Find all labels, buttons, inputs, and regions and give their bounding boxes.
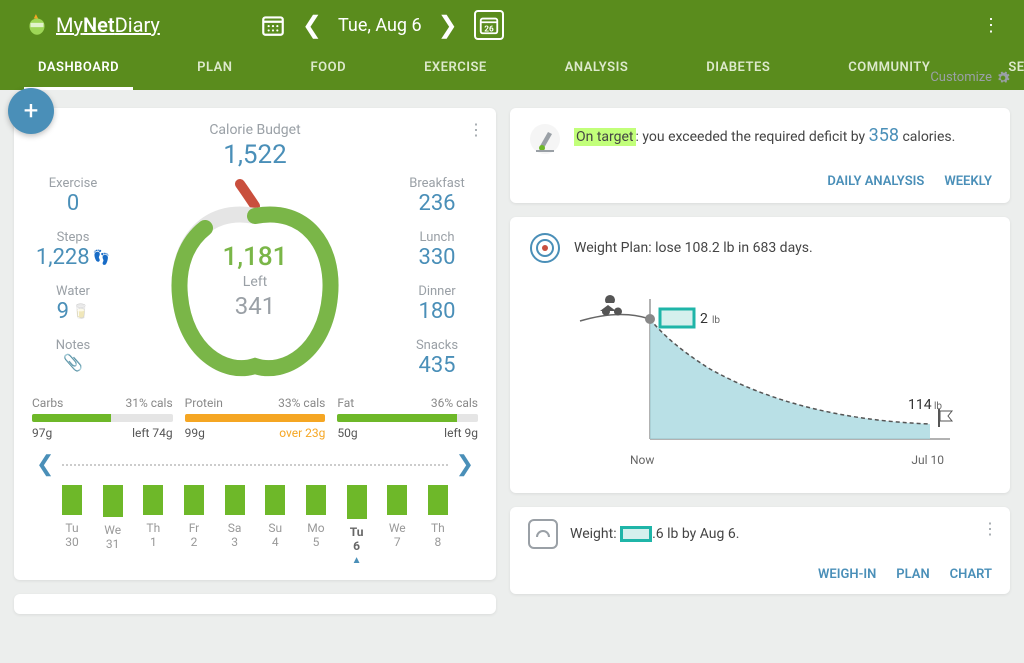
day-Fr-2[interactable]: Fr2 bbox=[184, 485, 204, 566]
target-icon bbox=[528, 231, 562, 265]
weight-plan-card: Weight Plan: lose 108.2 lb in 683 days. … bbox=[510, 217, 1010, 493]
weight-plan-text: Weight Plan: lose 108.2 lb in 683 days. bbox=[574, 240, 813, 256]
prev-day-button[interactable]: ❮ bbox=[298, 11, 326, 39]
daily-analysis-link[interactable]: DAILY ANALYSIS bbox=[827, 174, 924, 189]
stat-notes[interactable]: Notes📎 bbox=[32, 338, 114, 372]
weight-card: ⋮ Weight: .6 lb by Aug 6. WEIGH-IN PLAN … bbox=[510, 507, 1010, 594]
stat-lunch[interactable]: Lunch330 bbox=[396, 230, 478, 270]
calorie-budget-value[interactable]: 1,522 bbox=[32, 140, 478, 170]
macro-protein[interactable]: Protein33% cals99gover 23g bbox=[185, 396, 326, 440]
card-menu-icon[interactable]: ⋮ bbox=[982, 519, 998, 538]
gear-icon bbox=[996, 71, 1010, 85]
macros-row: Carbs31% cals97gleft 74g Protein33% cals9… bbox=[32, 396, 478, 440]
redacted-value bbox=[620, 526, 652, 542]
calorie-card: ⋮ Calorie Budget 1,522 Exercise0 Steps1,2… bbox=[14, 108, 496, 580]
stat-dinner[interactable]: Dinner180 bbox=[396, 284, 478, 324]
day-Th-1[interactable]: Th1 bbox=[143, 485, 163, 566]
tab-food[interactable]: FOOD bbox=[297, 50, 361, 90]
tab-analysis[interactable]: ANALYSIS bbox=[551, 50, 643, 90]
svg-text:2: 2 bbox=[700, 311, 708, 327]
day-We-7[interactable]: We7 bbox=[387, 485, 407, 566]
calories-left-label: Left bbox=[223, 274, 288, 290]
weekly-analysis-link[interactable]: WEEKLY bbox=[944, 174, 992, 189]
more-menu-icon[interactable]: ⋮ bbox=[982, 15, 1000, 36]
chart-x-now: Now bbox=[630, 453, 654, 467]
day-We-31[interactable]: We31 bbox=[103, 485, 123, 566]
week-navigator: ❮ ❯ bbox=[32, 452, 478, 477]
nav-tabs: DASHBOARD PLAN FOOD EXERCISE ANALYSIS DIABETE… bbox=[0, 50, 1024, 90]
logo-text: MyNetDiary bbox=[56, 13, 160, 37]
tab-exercise[interactable]: EXERCISE bbox=[410, 50, 501, 90]
analysis-card: On target: you exceeded the required def… bbox=[510, 108, 1010, 203]
current-date[interactable]: Tue, Aug 6 bbox=[338, 15, 422, 36]
add-button[interactable]: + bbox=[8, 88, 54, 134]
svg-text:lb: lb bbox=[712, 315, 720, 326]
stat-breakfast[interactable]: Breakfast236 bbox=[396, 176, 478, 216]
stat-steps[interactable]: Steps1,228👣 bbox=[32, 230, 114, 270]
tab-dashboard[interactable]: DASHBOARD bbox=[24, 50, 133, 90]
stat-exercise[interactable]: Exercise0 bbox=[32, 176, 114, 216]
macro-fat[interactable]: Fat36% cals50gleft 9g bbox=[337, 396, 478, 440]
chart-x-end: Jul 10 bbox=[911, 453, 944, 467]
date-navigator: ❮ Tue, Aug 6 ❯ 26 bbox=[260, 10, 504, 40]
app-header: MyNetDiary ❮ Tue, Aug 6 ❯ 26 ⋮ DASHBOARD… bbox=[0, 0, 1024, 90]
day-Sa-3[interactable]: Sa3 bbox=[225, 485, 245, 566]
prev-week-button[interactable]: ❮ bbox=[32, 452, 58, 477]
logo[interactable]: MyNetDiary bbox=[24, 12, 160, 38]
today-button[interactable]: 26 bbox=[474, 10, 504, 40]
calorie-budget-label: Calorie Budget bbox=[32, 122, 478, 138]
day-Su-4[interactable]: Su4 bbox=[265, 485, 285, 566]
tab-community[interactable]: COMMUNITY bbox=[834, 50, 944, 90]
calories-consumed: 1,181 bbox=[223, 242, 288, 272]
stat-snacks[interactable]: Snacks435 bbox=[396, 338, 478, 378]
empty-card bbox=[14, 594, 496, 614]
day-Tu-30[interactable]: Tu30 bbox=[62, 485, 82, 566]
stat-water[interactable]: Water9🥛 bbox=[32, 284, 114, 324]
calories-left-value: 341 bbox=[223, 292, 288, 320]
tab-plan[interactable]: PLAN bbox=[183, 50, 246, 90]
next-week-button[interactable]: ❯ bbox=[452, 452, 478, 477]
svg-text:114: 114 bbox=[908, 397, 932, 413]
next-day-button[interactable]: ❯ bbox=[434, 11, 462, 39]
scale-icon bbox=[528, 519, 558, 549]
top-bar: MyNetDiary ❮ Tue, Aug 6 ❯ 26 ⋮ bbox=[0, 0, 1024, 50]
weigh-in-link[interactable]: WEIGH-IN bbox=[818, 567, 876, 582]
plan-link[interactable]: PLAN bbox=[896, 567, 929, 582]
tab-diabetes[interactable]: DIABETES bbox=[692, 50, 784, 90]
calendar-icon[interactable] bbox=[260, 12, 286, 38]
analysis-text: On target: you exceeded the required def… bbox=[574, 122, 955, 149]
customize-link[interactable]: Customize bbox=[930, 70, 1010, 85]
day-Th-8[interactable]: Th8 bbox=[428, 485, 448, 566]
main-content: + Customize ⋮ Calorie Budget 1,522 Exerc… bbox=[0, 90, 1024, 614]
day-Tu-6[interactable]: Tu6▲ bbox=[347, 485, 367, 566]
microscope-icon bbox=[528, 122, 562, 156]
chart-link[interactable]: CHART bbox=[950, 567, 992, 582]
card-menu-icon[interactable]: ⋮ bbox=[468, 120, 484, 139]
macro-carbs[interactable]: Carbs31% cals97gleft 74g bbox=[32, 396, 173, 440]
svg-text:26: 26 bbox=[484, 24, 494, 34]
day-Mo-5[interactable]: Mo5 bbox=[306, 485, 326, 566]
weight-plan-chart[interactable]: 2lb 114lb Now Jul 10 bbox=[528, 279, 992, 479]
weight-text: Weight: .6 lb by Aug 6. bbox=[570, 526, 739, 542]
calorie-apple-chart[interactable]: 1,181 Left 341 bbox=[114, 176, 396, 386]
apple-logo-icon bbox=[24, 12, 50, 38]
